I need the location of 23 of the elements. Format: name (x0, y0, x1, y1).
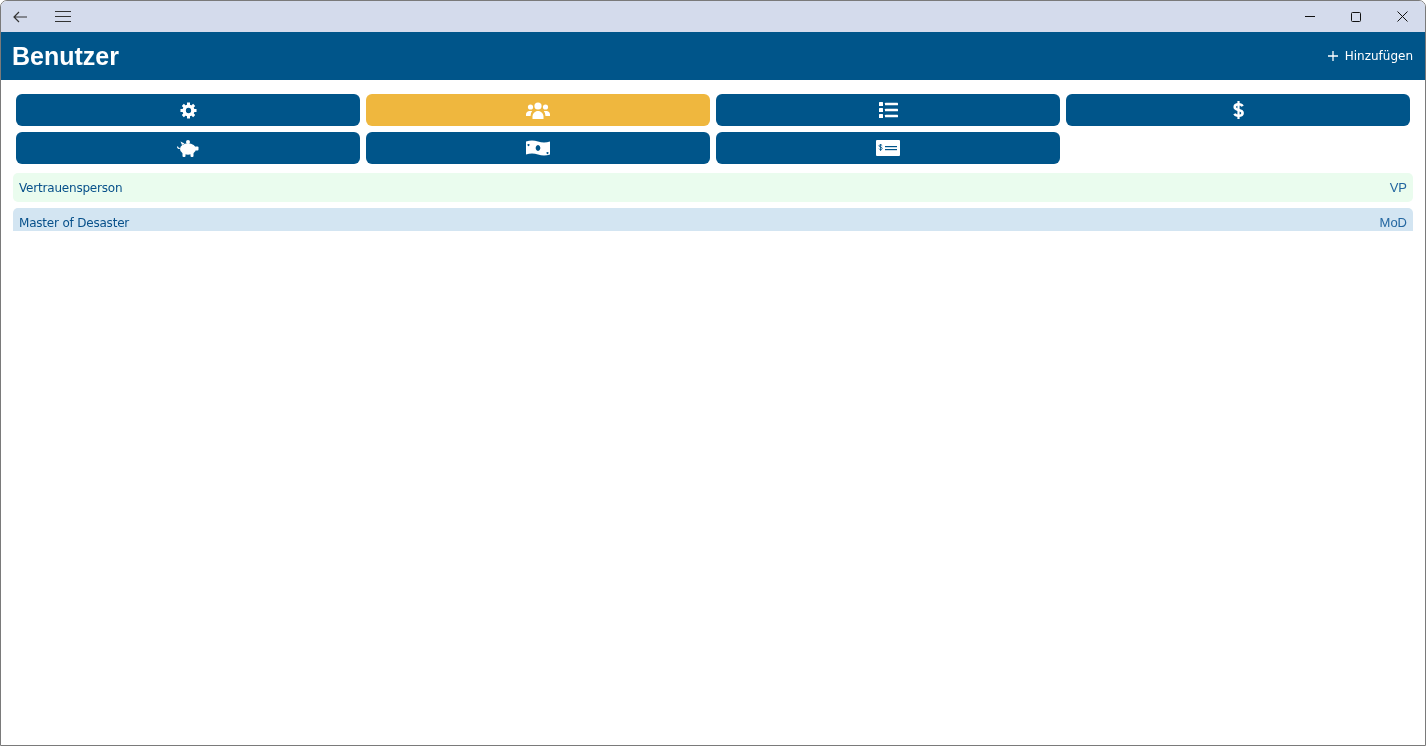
list-icon (878, 102, 898, 118)
users-icon (526, 101, 550, 119)
banknote-icon (526, 140, 550, 156)
role-abbreviation: MoD (1379, 215, 1407, 230)
menu-icon[interactable] (55, 11, 71, 22)
cheque-icon (876, 140, 900, 156)
plus-icon (1327, 51, 1338, 61)
dollar-icon (1232, 101, 1244, 119)
page-title: Benutzer (12, 41, 119, 71)
gear-icon (179, 101, 197, 119)
close-icon[interactable] (1396, 11, 1408, 22)
maximize-icon[interactable] (1351, 11, 1361, 22)
user-role-name: Master of Desaster (19, 215, 130, 230)
list-item[interactable]: Vertrauensperson VP (13, 173, 1413, 202)
user-role-name: Vertrauensperson (19, 180, 123, 195)
piggy-bank-icon (177, 139, 199, 157)
role-abbreviation: VP (1389, 180, 1407, 195)
tab[interactable] (366, 132, 710, 164)
tab[interactable] (716, 132, 1060, 164)
list-item[interactable]: Master of Desaster MoD (13, 208, 1413, 231)
add-button[interactable]: Hinzufügen (1323, 45, 1413, 67)
tab[interactable] (16, 132, 360, 164)
back-arrow-icon[interactable] (13, 10, 27, 23)
